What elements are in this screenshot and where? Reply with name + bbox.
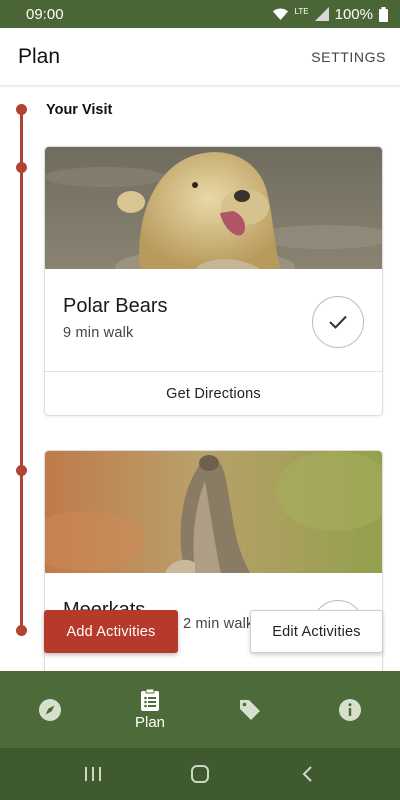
polar-bear-photo <box>45 147 382 269</box>
wifi-icon <box>272 8 288 20</box>
section-title: Your Visit <box>46 102 113 118</box>
back-button[interactable] <box>287 754 327 794</box>
settings-button[interactable]: SETTINGS <box>311 49 386 65</box>
get-directions-button[interactable]: Get Directions <box>45 371 382 415</box>
network-type: LTE <box>294 6 309 16</box>
status-bar: 09:00 LTE 100% <box>0 0 400 28</box>
app-bar: Plan SETTINGS <box>0 28 400 86</box>
activity-card[interactable]: Polar Bears 9 min walk Get Directions <box>44 146 383 416</box>
recents-icon <box>85 767 102 781</box>
card-body: Polar Bears 9 min walk <box>45 269 382 371</box>
status-icons: LTE 100% <box>272 6 388 23</box>
clipboard-list-icon <box>141 688 159 711</box>
checkmark-icon <box>329 315 347 329</box>
complete-toggle-button[interactable] <box>312 296 364 348</box>
page-title: Plan <box>18 44 61 68</box>
meerkat-photo <box>45 451 382 573</box>
status-time: 09:00 <box>26 5 64 23</box>
nav-label-plan: Plan <box>134 714 166 731</box>
nav-item-tickets[interactable] <box>200 671 300 748</box>
nav-item-explore[interactable] <box>0 671 100 748</box>
system-nav <box>0 748 400 800</box>
timeline-dot <box>16 465 27 476</box>
info-icon <box>339 698 361 721</box>
compass-icon <box>39 698 61 721</box>
nav-item-info[interactable] <box>300 671 400 748</box>
add-activities-button[interactable]: Add Activities <box>44 610 178 653</box>
battery-level: 100% <box>334 5 373 23</box>
timeline-dot <box>16 162 27 173</box>
timeline-dot <box>16 104 27 115</box>
edit-activities-button[interactable]: Edit Activities <box>250 610 383 653</box>
tag-icon <box>240 699 260 720</box>
home-icon <box>190 765 209 783</box>
home-button[interactable] <box>180 754 220 794</box>
timeline-dot <box>16 625 27 636</box>
timeline-line <box>20 107 23 635</box>
battery-icon <box>379 6 388 22</box>
back-icon <box>302 766 312 782</box>
bottom-nav: Plan <box>0 671 400 748</box>
recents-button[interactable] <box>73 754 113 794</box>
signal-icon <box>314 7 329 21</box>
plan-content[interactable]: Your Visit Polar Bears 9 min walk Get Di… <box>0 87 400 671</box>
nav-item-plan[interactable]: Plan <box>100 671 200 748</box>
